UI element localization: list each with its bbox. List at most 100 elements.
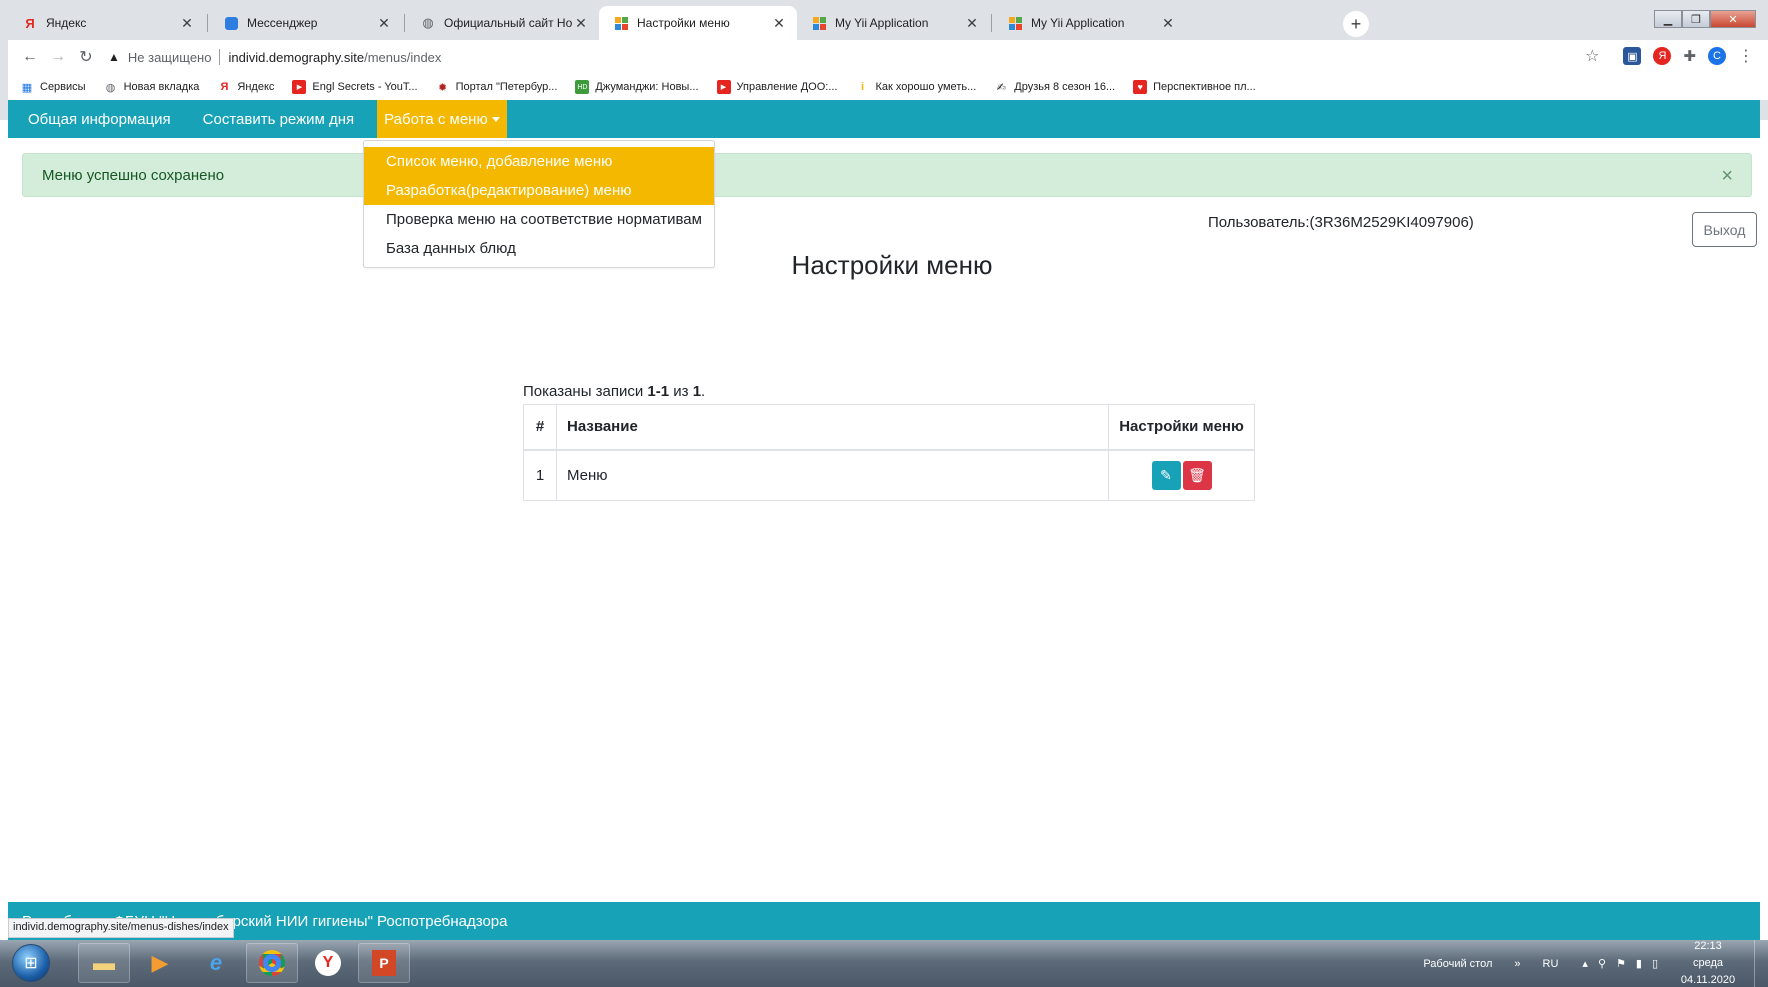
tray-expand-icon[interactable]: ▴ [1582,957,1588,970]
bookmark-new-tab[interactable]: ◍ Новая вкладка [104,80,200,94]
bookmark-services[interactable]: ▦ Сервисы [20,80,86,94]
cell-number: 1 [523,449,557,501]
tab-yii-app-1[interactable]: My Yii Application ✕ [797,6,990,40]
start-button[interactable]: ⊞ [12,944,50,982]
main-navbar: Общая информация Составить режим дня Раб… [8,100,1760,138]
table-header-row: # Название Настройки меню [523,404,1255,451]
success-alert: Меню успешно сохранено × [22,153,1752,197]
yii-icon [1007,15,1023,31]
dropdown-item-menu-list[interactable]: Список меню, добавление меню [364,147,714,176]
heart-icon: ♥ [1133,80,1148,94]
tab-close-icon[interactable]: ✕ [1160,15,1176,32]
header-name[interactable]: Название [556,404,1109,451]
maximize-button[interactable]: ❐ [1682,10,1710,28]
dropdown-item-dish-database[interactable]: База данных блюд [364,234,714,263]
yii-icon [613,15,629,31]
bookmark-portal-peterburg[interactable]: ✹ Портал "Петербур... [436,80,557,94]
show-desktop-button[interactable] [1754,940,1768,987]
taskbar-powerpoint[interactable]: P [358,943,410,983]
window-controls: ▁ ❐ ✕ [1654,10,1756,28]
address-divider [219,49,221,65]
toolbar-actions: ☆ ▣ Я ✚ C ⋮ [1585,46,1754,66]
youtube-icon: ▶ [292,80,307,94]
bookmark-friends[interactable]: ✍ Друзья 8 сезон 16... [994,80,1115,94]
taskbar-media-player[interactable]: ▶ [134,943,186,983]
delete-button[interactable]: 🗑 [1182,460,1212,490]
cell-name: Меню [556,449,1109,501]
puzzle-icon[interactable]: ✚ [1683,47,1696,65]
taskbar-chrome[interactable] [246,943,298,983]
back-icon[interactable]: ← [16,43,44,71]
dropdown-item-menu-edit[interactable]: Разработка(редактирование) меню [364,176,714,205]
tab-novosibirsk[interactable]: ◍ Официальный сайт Новосибир ✕ [406,6,599,40]
url-host: individ.demography.site [228,49,365,65]
page-title: Настройки меню [791,250,993,280]
clock[interactable]: 22:13 среда 04.11.2020 [1668,938,1748,987]
user-label: Пользователь:(3R36M2529KI4097906) [1208,214,1474,231]
tab-close-icon[interactable]: ✕ [376,15,392,32]
taskbar-internet-explorer[interactable]: e [190,943,242,983]
kebab-menu-icon[interactable]: ⋮ [1738,46,1754,66]
bookmark-kak-horosho[interactable]: i Как хорошо уметь... [856,80,976,94]
minimize-button[interactable]: ▁ [1654,10,1682,28]
window-close-button[interactable]: ✕ [1710,10,1756,28]
logout-button[interactable]: Выход [1692,212,1757,247]
extension-icon[interactable]: ▣ [1623,47,1642,65]
battery-icon[interactable]: ▯ [1652,957,1658,970]
nav-general-info[interactable]: Общая информация [17,100,182,138]
tab-close-icon[interactable]: ✕ [964,15,980,32]
hd-icon: HD [575,80,590,94]
nav-menu-work-dropdown[interactable]: Работа с меню [377,100,507,138]
close-icon[interactable]: × [1721,165,1733,188]
bookmark-engl-secrets[interactable]: ▶ Engl Secrets - YouT... [292,80,418,94]
tab-yandex[interactable]: Я Яндекс ✕ [8,6,205,40]
youtube-icon: ▶ [716,80,731,94]
tab-yii-app-2[interactable]: My Yii Application ✕ [993,6,1186,40]
bookmark-jumanji[interactable]: HD Джуманджи: Новы... [575,80,699,94]
ie-icon: e [209,950,223,975]
tab-close-icon[interactable]: ✕ [771,15,787,32]
bookmark-yandex[interactable]: Я Яндекс [217,80,274,94]
tab-menu-settings[interactable]: Настройки меню ✕ [599,6,797,40]
trash-icon: 🗑 [1188,466,1206,483]
language-indicator[interactable]: RU [1543,958,1559,970]
nav-daily-schedule[interactable]: Составить режим дня [192,100,366,138]
chevron-right-icon[interactable]: » [1514,958,1520,970]
desktop-toolbar-label[interactable]: Рабочий стол [1423,958,1492,970]
url-path: /menus/index [364,49,442,65]
taskbar-yandex-browser[interactable]: Y [302,943,354,983]
tab-close-icon[interactable]: ✕ [573,15,589,32]
profile-avatar[interactable]: C [1708,47,1726,65]
bookmark-perspective[interactable]: ♥ Перспективное пл... [1133,80,1256,94]
menu-dropdown: Список меню, добавление меню Разработка(… [363,140,715,268]
signal-icon[interactable]: ▮ [1636,957,1642,970]
address-bar[interactable]: ▲ Не защищено individ.demography.site /m… [108,43,1608,71]
bookmarks-bar: ▦ Сервисы ◍ Новая вкладка Я Яндекс ▶ Eng… [8,74,1768,100]
network-icon[interactable]: ⚲ [1598,957,1606,970]
edit-button[interactable]: ✎ [1151,460,1181,490]
tab-messenger[interactable]: Мессенджер ✕ [209,6,402,40]
tab-close-icon[interactable]: ✕ [179,15,195,32]
yandex-extension-icon[interactable]: Я [1653,47,1672,65]
reload-icon[interactable]: ↻ [72,43,100,71]
alert-message: Меню успешно сохранено [42,166,225,184]
system-tray: Рабочий стол » RU ▴ ⚲ ⚑ ▮ ▯ 22:13 среда … [1423,940,1768,987]
table-row: 1 Меню ✎ 🗑 [523,449,1255,501]
crest-icon: ✹ [437,81,448,94]
bookmark-doo[interactable]: ▶ Управление ДОО:... [716,80,838,94]
star-icon[interactable]: ☆ [1585,46,1599,66]
menus-table: # Название Настройки меню 1 Меню ✎ 🗑 [523,404,1255,501]
taskbar-explorer[interactable]: ▬ [78,943,130,983]
grid-summary: Показаны записи 1-1 из 1. [523,383,706,400]
dropdown-item-menu-check[interactable]: Проверка меню на соответствие нормативам [364,205,714,234]
header-number[interactable]: # [523,404,557,451]
messenger-icon [223,15,239,31]
windows-taskbar: ⊞ ▬ ▶ e Y P Рабочий стол » RU ▴ ⚲ ⚑ ▮ ▯ … [0,940,1768,987]
new-tab-button[interactable]: + [1343,11,1369,37]
pencil-icon: ✎ [1160,466,1172,483]
tab-strip: Я Яндекс ✕ Мессенджер ✕ ◍ Официальный са… [8,6,1768,40]
forward-icon[interactable]: → [44,43,72,71]
chrome-icon [259,950,285,976]
flag-icon[interactable]: ⚑ [1616,957,1626,970]
nav-menu-work-label: Работа с меню [384,110,488,128]
